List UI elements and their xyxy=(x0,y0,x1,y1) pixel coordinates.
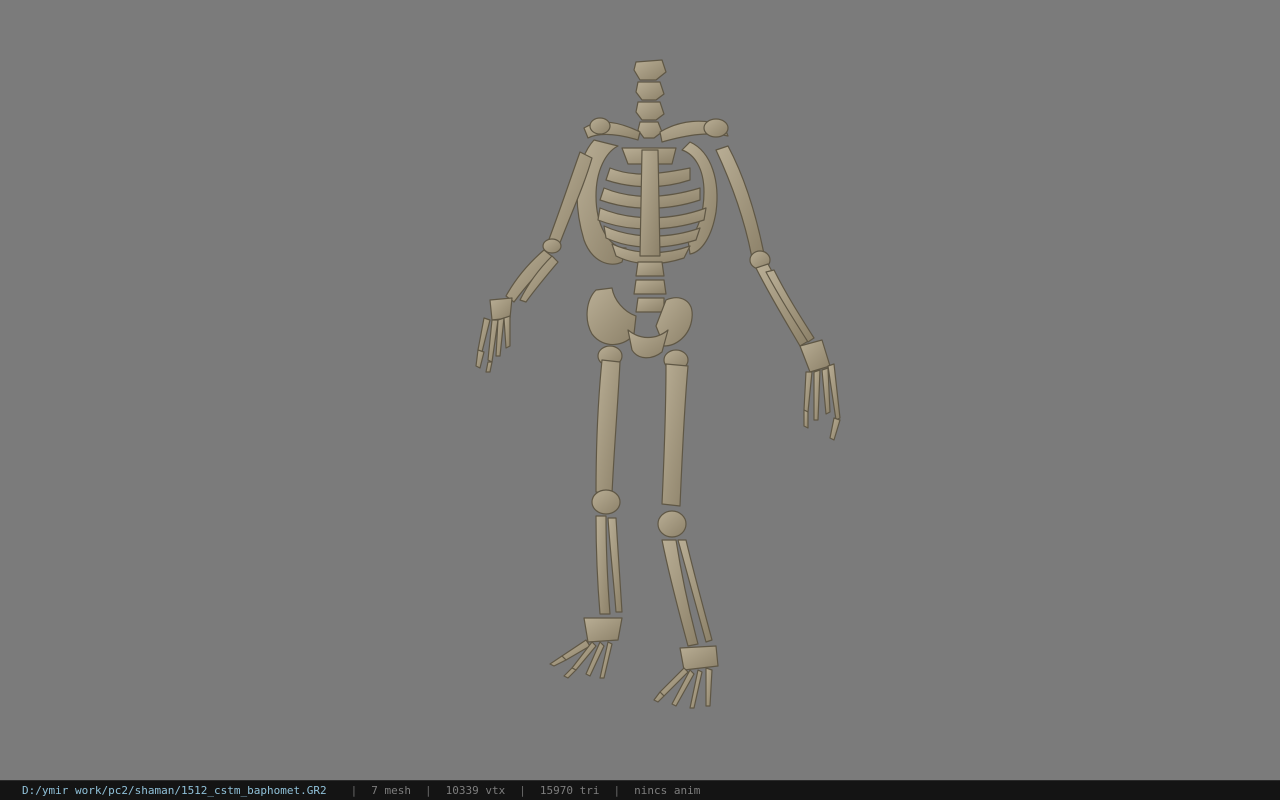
3d-viewport[interactable] xyxy=(0,0,1280,780)
left-leg xyxy=(549,345,623,679)
right-arm xyxy=(715,145,841,441)
file-path[interactable]: D:/ymir work/pc2/shaman/1512_cstm_baphom… xyxy=(0,784,327,797)
rib-cage xyxy=(576,139,718,265)
mesh-count: 7 mesh xyxy=(371,784,412,797)
status-bar: D:/ymir work/pc2/shaman/1512_cstm_baphom… xyxy=(0,780,1280,800)
lumbar-spine xyxy=(633,261,667,313)
left-arm xyxy=(475,151,593,373)
separator: | xyxy=(519,784,526,797)
separator: | xyxy=(350,784,358,797)
separator: | xyxy=(425,784,432,797)
triangle-count: 15970 tri xyxy=(539,784,600,797)
right-leg xyxy=(653,349,719,709)
animation-info: nincs anim xyxy=(634,784,701,797)
spine-neck xyxy=(633,59,667,139)
separator: | xyxy=(613,784,621,797)
skeleton-model[interactable] xyxy=(0,0,1280,780)
vertex-count: 10339 vtx xyxy=(445,784,506,797)
